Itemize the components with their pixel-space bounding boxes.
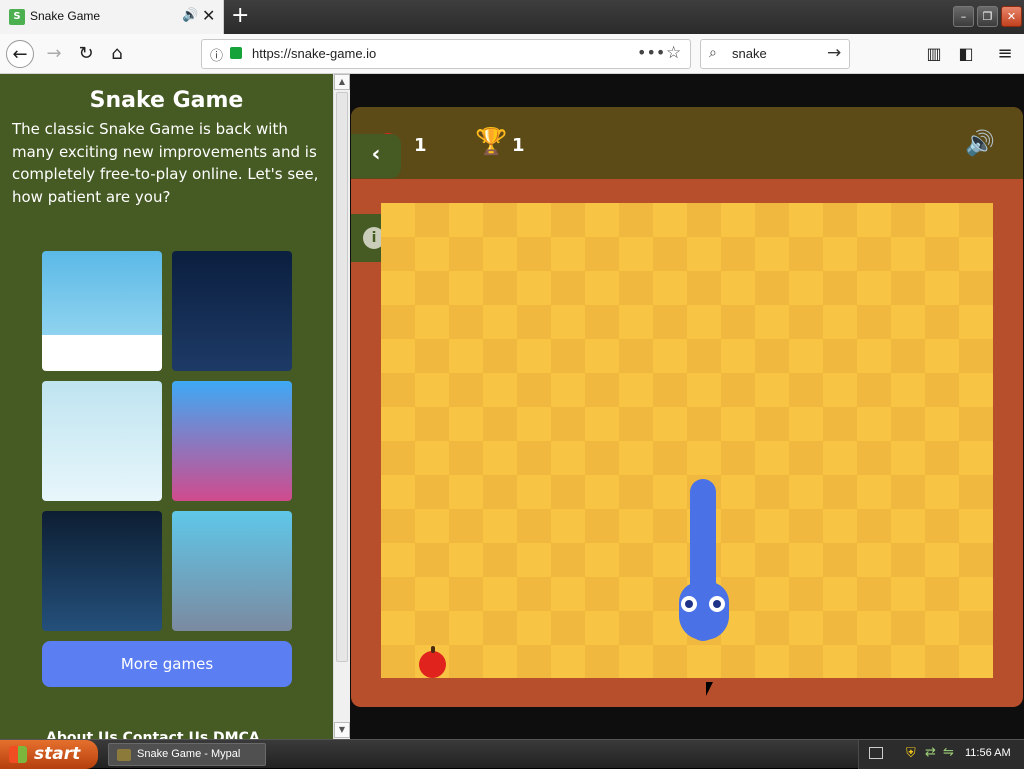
library-icon[interactable]: ▥ — [920, 40, 948, 68]
back-button[interactable]: ← — [6, 40, 34, 68]
browser-titlebar: S Snake Game 🔊 ✕ + – ❐ ✕ — [0, 0, 1024, 34]
game-container: 1 🏆 1 🔊 ‹ i — [351, 107, 1023, 707]
menu-icon[interactable]: ≡ — [991, 40, 1019, 68]
reload-button[interactable]: ↻ — [72, 40, 100, 68]
snake-head — [679, 582, 729, 640]
scrollbar-thumb[interactable] — [336, 92, 348, 662]
window-restore-button[interactable]: ❐ — [977, 6, 998, 27]
navigation-toolbar: ← → ↻ ⌂ ⓘ https://snake-game.io ••• ☆ ⌕ … — [0, 34, 1024, 74]
best-score: 1 — [512, 135, 525, 156]
mouse-cursor-icon — [706, 682, 713, 696]
snake-favicon-icon: S — [9, 9, 25, 25]
game-description: The classic Snake Game is back with many… — [12, 120, 319, 206]
taskbar: start Snake Game - Mypal ⛨ ⇄ ⇋ 11:56 AM — [0, 739, 1024, 769]
search-bar[interactable]: ⌕ snake → — [700, 39, 850, 69]
score-bar: 1 🏆 1 🔊 — [351, 107, 1023, 179]
taskbar-item-browser[interactable]: Snake Game - Mypal — [108, 743, 266, 766]
browser-tab[interactable]: S Snake Game 🔊 ✕ — [0, 0, 224, 34]
tab-title: Snake Game — [30, 9, 101, 23]
game-thumbnail[interactable] — [172, 251, 292, 371]
search-go-icon[interactable]: → — [827, 43, 841, 63]
game-thumbnail[interactable] — [42, 511, 162, 631]
clock: 11:56 AM — [965, 747, 1011, 759]
windows-logo-icon — [9, 746, 27, 763]
apple-score: 1 — [414, 135, 427, 156]
scroll-down-icon[interactable]: ▼ — [334, 722, 350, 738]
tab-close-icon[interactable]: ✕ — [202, 6, 215, 25]
game-board[interactable] — [381, 203, 993, 696]
sound-icon[interactable]: 🔊 — [965, 129, 995, 157]
game-thumbnail[interactable] — [172, 511, 292, 631]
system-tray: ⛨ ⇄ ⇋ 11:56 AM — [858, 740, 1024, 769]
url-text[interactable]: https://snake-game.io — [252, 46, 376, 61]
game-thumbnail[interactable] — [42, 381, 162, 501]
page-title: Snake Game — [89, 88, 244, 113]
info-panel: Snake Game The classic Snake Game is bac… — [0, 74, 333, 739]
page-actions-icon[interactable]: ••• — [637, 43, 665, 62]
game-thumbnail[interactable] — [42, 251, 162, 371]
tab-audio-icon[interactable]: 🔊 — [182, 8, 198, 23]
network-icon[interactable]: ⇄ — [925, 745, 936, 760]
search-input[interactable]: snake — [732, 46, 767, 61]
snake-eye-icon — [681, 596, 697, 612]
search-icon: ⌕ — [709, 45, 717, 61]
start-label: start — [34, 744, 81, 764]
bookmark-star-icon[interactable]: ☆ — [666, 43, 681, 63]
site-info-icon[interactable]: ⓘ — [210, 45, 223, 64]
sidebar-icon[interactable]: ◧ — [952, 40, 980, 68]
snake-eye-icon — [709, 596, 725, 612]
home-button[interactable]: ⌂ — [103, 40, 131, 68]
browser-app-icon — [117, 749, 131, 761]
more-games-button[interactable]: More games — [42, 641, 292, 687]
apple-icon — [419, 646, 446, 678]
footer-links[interactable]: About Us Contact Us DMCA — [46, 730, 260, 739]
taskbar-item-label: Snake Game - Mypal — [137, 748, 241, 760]
game-area: 1 🏆 1 🔊 ‹ i — [350, 74, 1024, 739]
start-button[interactable]: start — [0, 740, 98, 769]
network-activity-icon[interactable]: ⇋ — [943, 745, 954, 760]
panel-scrollbar[interactable]: ▲ ▼ — [333, 74, 350, 739]
collapse-panel-button[interactable]: ‹ — [351, 134, 401, 178]
scroll-up-icon[interactable]: ▲ — [334, 74, 350, 90]
game-thumbnail[interactable] — [172, 381, 292, 501]
window-close-button[interactable]: ✕ — [1001, 6, 1022, 27]
new-tab-button[interactable]: + — [231, 3, 249, 28]
page-content: Snake Game The classic Snake Game is bac… — [0, 74, 1024, 739]
window-minimize-button[interactable]: – — [953, 6, 974, 27]
forward-button[interactable]: → — [40, 40, 68, 68]
trophy-icon: 🏆 — [475, 127, 508, 157]
secure-lock-icon — [230, 47, 242, 59]
security-shield-icon[interactable]: ⛨ — [906, 746, 916, 761]
keyboard-icon[interactable] — [869, 747, 883, 759]
address-bar[interactable]: ⓘ https://snake-game.io ••• ☆ — [201, 39, 691, 69]
